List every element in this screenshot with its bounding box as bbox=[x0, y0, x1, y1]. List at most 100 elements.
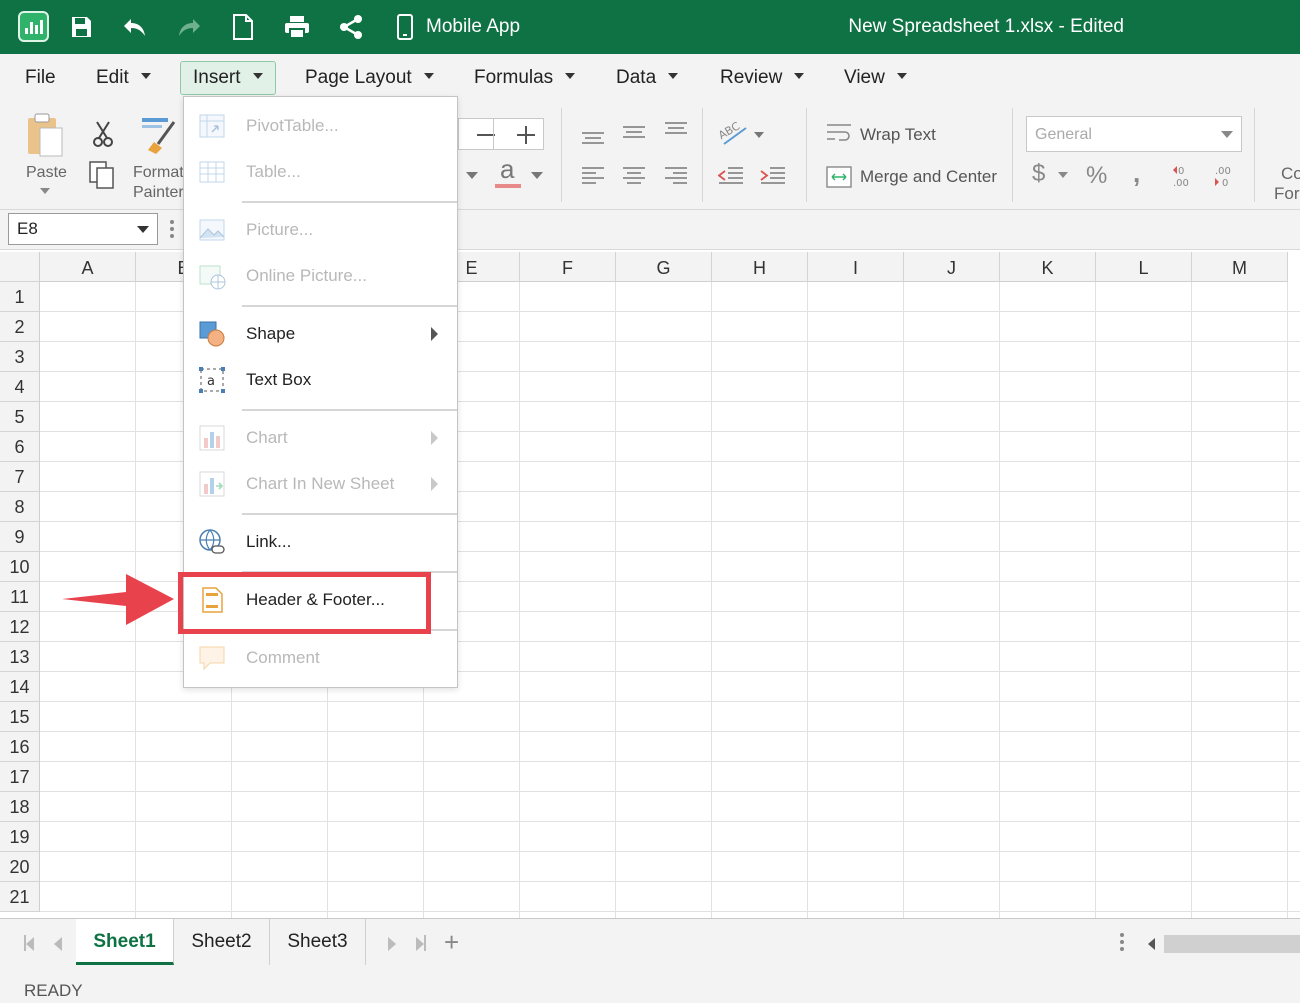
font-color-icon[interactable]: a bbox=[500, 154, 514, 185]
chevron-down-icon[interactable] bbox=[754, 132, 764, 138]
new-document-icon[interactable] bbox=[228, 12, 258, 42]
row-header-21[interactable]: 21 bbox=[0, 882, 40, 912]
menu-item-pivot-table[interactable]: PivotTable... bbox=[184, 103, 457, 149]
row-header-11[interactable]: 11 bbox=[0, 582, 40, 612]
increase-indent-icon[interactable] bbox=[760, 166, 786, 191]
print-icon[interactable] bbox=[282, 12, 312, 42]
align-left-icon[interactable] bbox=[581, 166, 605, 191]
comma-style-icon[interactable]: , bbox=[1133, 158, 1140, 189]
format-painter-label-line2[interactable]: Painter bbox=[133, 184, 184, 202]
currency-icon[interactable]: $ bbox=[1032, 160, 1045, 188]
number-format-select[interactable]: General bbox=[1026, 116, 1242, 152]
menu-page-layout[interactable]: Page Layout bbox=[292, 61, 447, 95]
wrap-text-icon[interactable] bbox=[826, 122, 852, 149]
row-header-3[interactable]: 3 bbox=[0, 342, 40, 372]
redo-icon[interactable] bbox=[174, 12, 204, 42]
column-header-j[interactable]: J bbox=[904, 252, 1000, 282]
align-right-icon[interactable] bbox=[664, 166, 688, 191]
mobile-phone-icon[interactable] bbox=[390, 12, 420, 42]
column-header-l[interactable]: L bbox=[1096, 252, 1192, 282]
menu-item-chart[interactable]: Chart bbox=[184, 415, 457, 461]
last-sheet-icon[interactable] bbox=[424, 935, 426, 951]
row-header-10[interactable]: 10 bbox=[0, 552, 40, 582]
menu-item-shape[interactable]: Shape bbox=[184, 311, 457, 357]
row-header-9[interactable]: 9 bbox=[0, 522, 40, 552]
cut-icon[interactable] bbox=[90, 120, 116, 153]
paste-icon[interactable] bbox=[26, 112, 64, 163]
paste-label[interactable]: Paste bbox=[26, 164, 67, 182]
align-middle-icon[interactable] bbox=[622, 124, 646, 145]
more-vertical-icon[interactable] bbox=[1120, 933, 1124, 951]
column-header-h[interactable]: H bbox=[712, 252, 808, 282]
row-header-6[interactable]: 6 bbox=[0, 432, 40, 462]
chevron-down-icon[interactable] bbox=[531, 172, 543, 179]
row-header-8[interactable]: 8 bbox=[0, 492, 40, 522]
sheet-tab-sheet2[interactable]: Sheet2 bbox=[174, 919, 270, 965]
menu-item-comment[interactable]: Comment bbox=[184, 635, 457, 681]
menu-item-link[interactable]: Link... bbox=[184, 519, 457, 565]
row-header-4[interactable]: 4 bbox=[0, 372, 40, 402]
copy-icon[interactable] bbox=[88, 160, 116, 195]
add-sheet-icon[interactable]: + bbox=[444, 929, 459, 955]
merge-center-label[interactable]: Merge and Center bbox=[860, 167, 997, 187]
horizontal-scrollbar[interactable] bbox=[1164, 935, 1300, 953]
menu-item-online-picture[interactable]: Online Picture... bbox=[184, 253, 457, 299]
column-header-k[interactable]: K bbox=[1000, 252, 1096, 282]
name-box[interactable]: E8 bbox=[8, 213, 158, 245]
row-header-17[interactable]: 17 bbox=[0, 762, 40, 792]
row-header-14[interactable]: 14 bbox=[0, 672, 40, 702]
menu-review[interactable]: Review bbox=[707, 61, 817, 95]
chevron-down-icon[interactable] bbox=[1058, 172, 1068, 178]
conditional-format-label-line1[interactable]: Co bbox=[1281, 164, 1300, 184]
text-orientation-icon[interactable]: ABC bbox=[716, 118, 750, 151]
row-header-20[interactable]: 20 bbox=[0, 852, 40, 882]
menu-item-table[interactable]: Table... bbox=[184, 149, 457, 195]
share-icon[interactable] bbox=[336, 12, 366, 42]
sheet-tab-sheet3[interactable]: Sheet3 bbox=[270, 919, 366, 965]
increase-decimal-icon[interactable]: 0.00 bbox=[1172, 164, 1194, 193]
save-icon[interactable] bbox=[66, 12, 96, 42]
row-header-16[interactable]: 16 bbox=[0, 732, 40, 762]
row-header-1[interactable]: 1 bbox=[0, 282, 40, 312]
decrease-decimal-icon[interactable]: .00 0 bbox=[1214, 164, 1236, 193]
font-size-stepper[interactable] bbox=[458, 118, 544, 150]
chevron-down-icon[interactable] bbox=[466, 172, 478, 179]
merge-center-icon[interactable] bbox=[826, 166, 852, 193]
align-top-icon[interactable] bbox=[581, 130, 605, 151]
menu-formulas[interactable]: Formulas bbox=[461, 61, 588, 95]
sheet-tab-sheet1[interactable]: Sheet1 bbox=[76, 919, 174, 965]
column-header-g[interactable]: G bbox=[616, 252, 712, 282]
menu-view[interactable]: View bbox=[831, 61, 920, 95]
mobile-app-label[interactable]: Mobile App bbox=[426, 16, 520, 38]
first-sheet-arrow[interactable] bbox=[26, 937, 34, 951]
scroll-left-icon[interactable] bbox=[1148, 938, 1155, 950]
row-header-19[interactable]: 19 bbox=[0, 822, 40, 852]
row-header-2[interactable]: 2 bbox=[0, 312, 40, 342]
format-painter-icon[interactable] bbox=[140, 116, 180, 161]
align-center-icon[interactable] bbox=[622, 166, 646, 191]
column-header-a[interactable]: A bbox=[40, 252, 136, 282]
previous-sheet-icon[interactable] bbox=[54, 937, 62, 951]
next-sheet-icon[interactable] bbox=[388, 937, 396, 951]
row-header-5[interactable]: 5 bbox=[0, 402, 40, 432]
last-sheet-arrow[interactable] bbox=[416, 937, 424, 951]
column-header-i[interactable]: I bbox=[808, 252, 904, 282]
menu-insert[interactable]: Insert bbox=[180, 61, 276, 95]
row-header-12[interactable]: 12 bbox=[0, 612, 40, 642]
row-header-15[interactable]: 15 bbox=[0, 702, 40, 732]
format-painter-label-line1[interactable]: Format bbox=[133, 164, 184, 182]
conditional-format-label-line2[interactable]: For bbox=[1274, 184, 1300, 204]
column-header-f[interactable]: F bbox=[520, 252, 616, 282]
column-header-m[interactable]: M bbox=[1192, 252, 1288, 282]
menu-edit[interactable]: Edit bbox=[83, 61, 164, 95]
row-header-7[interactable]: 7 bbox=[0, 462, 40, 492]
percent-icon[interactable]: % bbox=[1086, 162, 1107, 190]
row-header-18[interactable]: 18 bbox=[0, 792, 40, 822]
paste-options-chevron-icon[interactable] bbox=[40, 188, 50, 194]
decrease-indent-icon[interactable] bbox=[717, 166, 744, 191]
more-vertical-icon[interactable] bbox=[170, 220, 174, 241]
align-bottom-icon[interactable] bbox=[664, 120, 688, 141]
row-header-13[interactable]: 13 bbox=[0, 642, 40, 672]
menu-item-picture[interactable]: Picture... bbox=[184, 207, 457, 253]
undo-icon[interactable] bbox=[120, 12, 150, 42]
